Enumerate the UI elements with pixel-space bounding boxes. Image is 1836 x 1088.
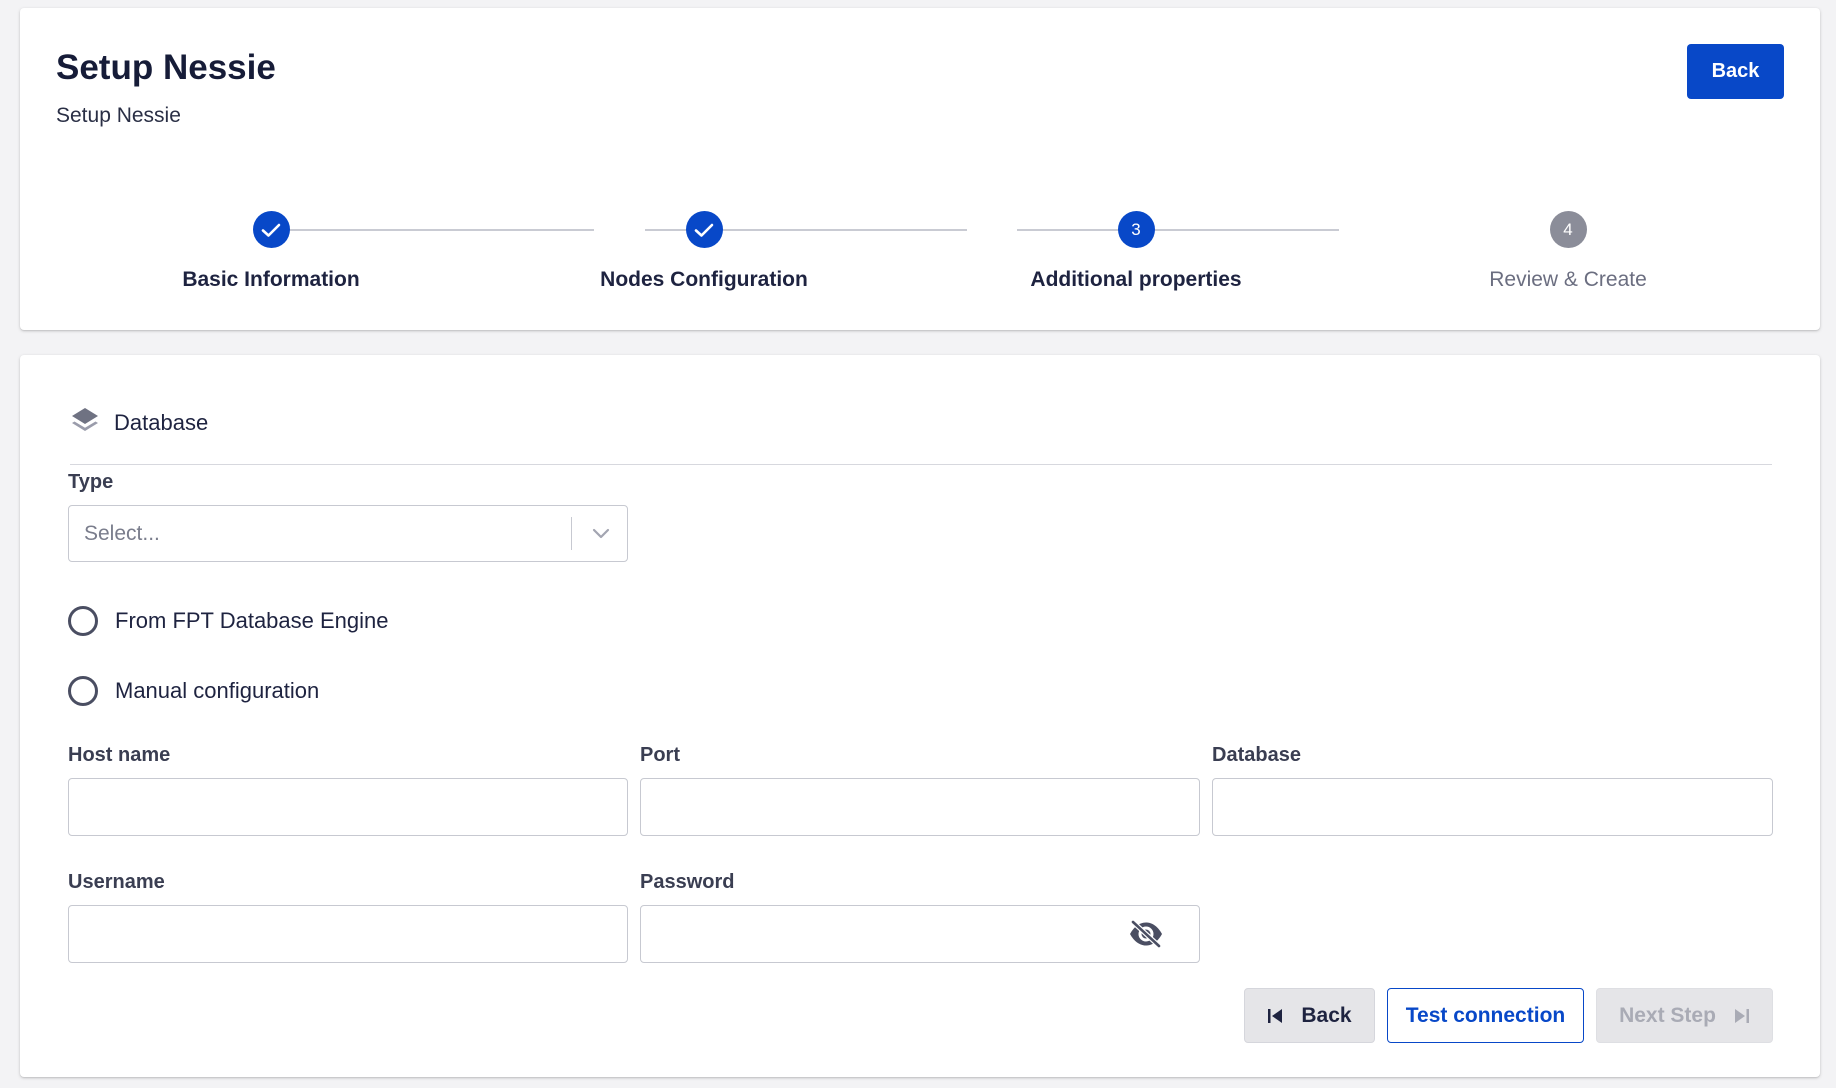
database-label: Database [1212,744,1301,766]
check-icon [252,211,290,248]
select-placeholder: Select... [84,522,160,545]
step-label: Additional properties [1030,268,1242,291]
radio-label: From FPT Database Engine [115,608,389,633]
stepper: Basic Information Nodes Configuration 3 … [20,204,1820,314]
radio-button[interactable] [68,606,98,636]
skip-back-icon [1267,1008,1283,1024]
username-input[interactable] [68,905,628,963]
divider [70,464,1772,465]
port-input[interactable] [640,778,1200,836]
port-label: Port [640,744,680,766]
test-connection-label: Test connection [1405,1003,1566,1027]
check-icon [685,211,723,248]
skip-next-icon [1734,1008,1750,1024]
radio-button[interactable] [68,676,98,706]
next-step-button[interactable]: Next Step [1596,988,1773,1043]
host-name-label: Host name [68,744,171,766]
host-name-input[interactable] [68,778,628,836]
section-title: Database [114,409,209,435]
step-additional-properties: 3 Additional properties [986,204,1286,292]
step-label: Nodes Configuration [600,268,808,291]
radio-fpt-engine[interactable]: From FPT Database Engine [68,606,389,636]
password-label: Password [640,871,735,893]
next-step-label: Next Step [1619,1003,1716,1027]
test-connection-button[interactable]: Test connection [1387,988,1584,1043]
username-label: Username [68,871,165,893]
step-review-create: 4 Review & Create [1418,204,1718,292]
radio-label: Manual configuration [115,678,320,703]
layers-icon [70,405,100,440]
radio-manual-configuration[interactable]: Manual configuration [68,676,319,706]
step-basic-information: Basic Information [121,204,421,292]
page-subtitle: Setup Nessie [56,104,181,127]
step-nodes-configuration: Nodes Configuration [554,204,854,292]
step-number: 4 [1549,211,1587,248]
page-title: Setup Nessie [56,48,276,87]
step-label: Review & Create [1489,268,1647,291]
header-card: Setup Nessie Setup Nessie Back Basic Inf… [20,8,1820,330]
password-input[interactable] [640,905,1200,963]
type-select[interactable]: Select... [68,505,628,562]
select-separator [571,517,572,550]
chevron-down-icon[interactable] [591,523,611,548]
section-header: Database [70,405,208,440]
type-label: Type [68,471,114,493]
back-button-label: Back [1301,1003,1352,1027]
step-label: Basic Information [182,268,360,291]
header-back-button[interactable]: Back [1687,44,1784,99]
step-number: 3 [1117,211,1155,248]
database-input[interactable] [1212,778,1773,836]
eye-off-icon[interactable] [1128,919,1164,954]
back-button[interactable]: Back [1244,988,1375,1043]
form-card: Database Type Select... From FPT Databas… [20,355,1820,1077]
